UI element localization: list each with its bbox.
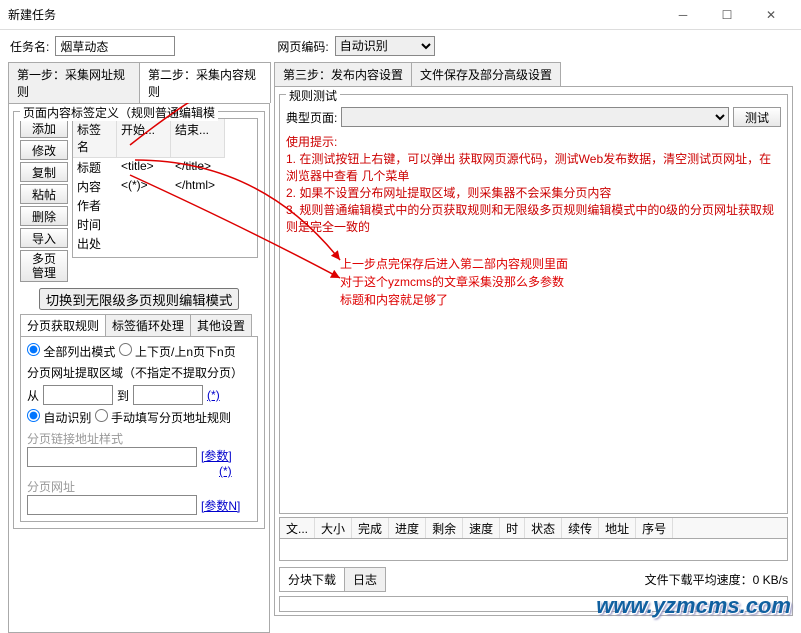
top-row: 任务名: 网页编码: 自动识别 — [0, 30, 801, 62]
annotation-2: 对于这个yzmcms的文章采集没那么多参数 — [340, 273, 564, 290]
taskname-label: 任务名: — [10, 38, 49, 55]
encoding-label: 网页编码: — [277, 38, 328, 55]
table-row[interactable]: 作者 — [73, 196, 257, 215]
taskname-input[interactable] — [55, 36, 175, 56]
avg-speed-label: 文件下载平均速度： — [645, 571, 753, 588]
table-row[interactable]: 出处 — [73, 234, 257, 253]
delete-button[interactable]: 删除 — [20, 206, 68, 226]
tab-step4[interactable]: 文件保存及部分高级设置 — [411, 62, 561, 86]
typical-page-label: 典型页面: — [286, 109, 337, 126]
wildcard-link-2[interactable]: (*) — [201, 464, 232, 478]
paste-button[interactable]: 粘帖 — [20, 184, 68, 204]
page-url-input[interactable] — [27, 495, 197, 515]
typical-page-select[interactable] — [341, 107, 729, 127]
page-url-label: 分页网址 — [27, 478, 251, 495]
col-end: 结束... — [171, 119, 225, 158]
link-style-label: 分页链接地址样式 — [27, 430, 251, 447]
import-button[interactable]: 导入 — [20, 228, 68, 248]
mode-updown-radio[interactable]: 上下页/上n页下n页 — [119, 345, 236, 359]
maximize-button[interactable]: ☐ — [705, 1, 749, 29]
switch-mode-button[interactable]: 切换到无限级多页规则编辑模式 — [39, 288, 239, 310]
tips-title: 使用提示: — [286, 133, 781, 150]
auto-radio[interactable]: 自动识别 — [27, 411, 91, 425]
col-start: 开始... — [117, 119, 171, 158]
link-style-input[interactable] — [27, 447, 197, 467]
left-step-tabs: 第一步：采集网址规则 第二步：采集内容规则 — [8, 62, 270, 103]
tab-log[interactable]: 日志 — [344, 567, 386, 592]
encoding-select[interactable]: 自动识别 — [335, 36, 435, 56]
right-step-tabs: 第三步：发布内容设置 文件保存及部分高级设置 — [274, 62, 793, 86]
fieldset-legend: 页面内容标签定义（规则普通编辑模 — [20, 104, 218, 121]
rule-grid[interactable]: 标签名 开始... 结束... 标题<title></title> 内容<(*)… — [72, 118, 258, 258]
tip-1: 1. 在测试按钮上右键，可以弹出 获取网页源代码，测试Web发布数据，清空测试页… — [286, 150, 781, 184]
from-input[interactable] — [43, 385, 113, 405]
multipage-button[interactable]: 多页管理 — [20, 250, 68, 282]
paramN-link[interactable]: [参数N] — [201, 497, 240, 514]
close-button[interactable]: ✕ — [749, 1, 793, 29]
rule-test-legend: 规则测试 — [286, 87, 340, 104]
edit-button[interactable]: 修改 — [20, 140, 68, 160]
subtab-paging[interactable]: 分页获取规则 — [20, 314, 106, 336]
tab-step1[interactable]: 第一步：采集网址规则 — [8, 62, 140, 103]
annotation-3: 标题和内容就足够了 — [340, 291, 448, 308]
table-row[interactable]: 标题<title></title> — [73, 158, 257, 177]
table-row[interactable]: 内容<(*)></html> — [73, 177, 257, 196]
manual-radio[interactable]: 手动填写分页地址规则 — [95, 411, 231, 425]
tip-3: 3. 规则普通编辑模式中的分页获取规则和无限级多页规则编辑模式中的0级的分页网址… — [286, 201, 781, 235]
copy-button[interactable]: 复制 — [20, 162, 68, 182]
col-tagname: 标签名 — [73, 119, 117, 158]
window-title: 新建任务 — [8, 6, 661, 23]
wildcard-link[interactable]: (*) — [207, 388, 220, 402]
titlebar: 新建任务 ─ ☐ ✕ — [0, 0, 801, 30]
add-button[interactable]: 添加 — [20, 118, 68, 138]
tag-definition-fieldset: 页面内容标签定义（规则普通编辑模 添加 修改 复制 粘帖 删除 导入 多页管理 … — [13, 111, 265, 529]
extract-area-label: 分页网址提取区域（不指定不提取分页） — [27, 364, 251, 381]
test-button[interactable]: 测试 — [733, 107, 781, 127]
tab-step3[interactable]: 第三步：发布内容设置 — [274, 62, 412, 86]
avg-speed-value: 0 KB/s — [753, 573, 788, 587]
subtab-loop[interactable]: 标签循环处理 — [105, 314, 191, 336]
tip-2: 2. 如果不设置分布网址提取区域，则采集器不会采集分页内容 — [286, 184, 781, 201]
watermark: www.yzmcms.com — [596, 593, 791, 619]
rule-test-fieldset: 规则测试 典型页面: 测试 使用提示: 1. 在测试按钮上右键，可以弹出 获取网… — [279, 94, 788, 514]
download-grid-header: 文...大小完成 进度剩余速度 时状态续传 地址序号 — [279, 517, 788, 539]
download-grid-body[interactable] — [279, 539, 788, 561]
to-input[interactable] — [133, 385, 203, 405]
tab-chunk-download[interactable]: 分块下载 — [279, 567, 345, 592]
param-link[interactable]: [参数] — [201, 447, 232, 464]
annotation-1: 上一步点完保存后进入第二部内容规则里面 — [340, 255, 568, 272]
subtab-other[interactable]: 其他设置 — [190, 314, 252, 336]
mode-all-radio[interactable]: 全部列出模式 — [27, 345, 115, 359]
tab-step2[interactable]: 第二步：采集内容规则 — [139, 62, 271, 103]
table-row[interactable]: 时间 — [73, 215, 257, 234]
minimize-button[interactable]: ─ — [661, 1, 705, 29]
